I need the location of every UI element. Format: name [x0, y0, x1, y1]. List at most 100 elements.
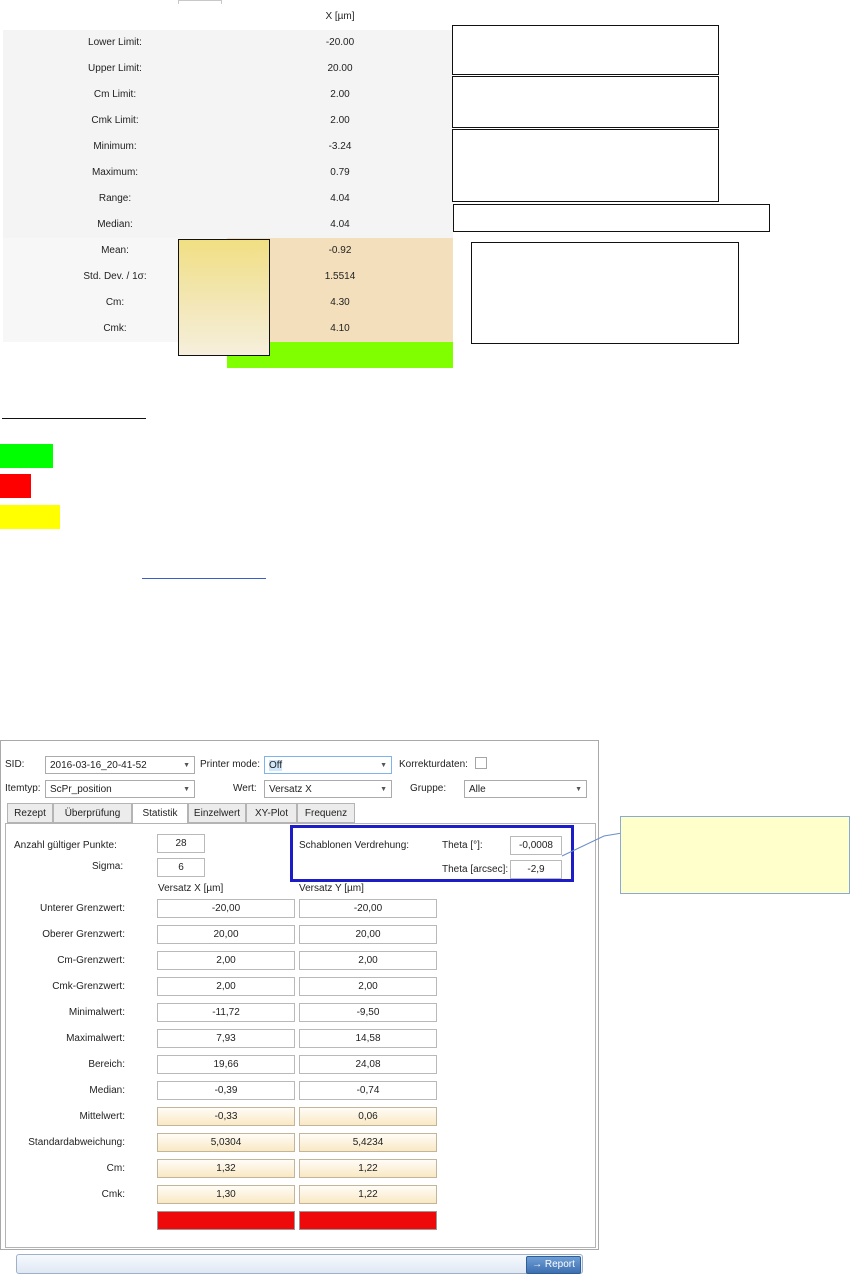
annotation-box-capability	[471, 242, 739, 344]
bereich-label: Bereich:	[88, 1059, 125, 1070]
row-label: Median:	[3, 212, 228, 238]
table-row: Lower Limit: -20.00	[3, 30, 453, 57]
link-underline[interactable]	[142, 578, 266, 579]
legend-title-underline	[2, 418, 146, 419]
callout-pointer	[561, 832, 623, 857]
report-button[interactable]: → Report	[526, 1256, 581, 1274]
printer-mode-label: Printer mode:	[200, 759, 261, 770]
gruppe-dropdown[interactable]: Alle ▼	[464, 780, 587, 798]
sid-dropdown[interactable]: 2016-03-16_20-41-52 ▼	[45, 756, 195, 774]
tab-ueberpruefung[interactable]: Überprüfung	[53, 803, 132, 823]
mittelwert-x-field[interactable]: -0,33	[157, 1107, 295, 1126]
cm-grenzwert-y-field[interactable]: 2,00	[299, 951, 437, 970]
row-label: Cm Limit:	[3, 82, 228, 108]
median-label: Median:	[89, 1085, 125, 1096]
row-label: Minimum:	[3, 134, 228, 160]
tab-xy-plot[interactable]: XY-Plot	[246, 803, 297, 823]
tab-einzelwert[interactable]: Einzelwert	[188, 803, 246, 823]
standardabweichung-label: Standardabweichung:	[28, 1137, 125, 1148]
row-label: Upper Limit:	[3, 56, 228, 82]
standardabweichung-y-field[interactable]: 5,4234	[299, 1133, 437, 1152]
table-row: Cm Limit: 2.00	[3, 82, 453, 109]
minimalwert-label: Minimalwert:	[68, 1007, 125, 1018]
table-row: Maximum: 0.79	[3, 160, 453, 187]
unterer-grenzwert-y-field[interactable]: -20,00	[299, 899, 437, 918]
row-label: Cmk Limit:	[3, 108, 228, 134]
cmk-grenzwert-x-field[interactable]: 2,00	[157, 977, 295, 996]
gruppe-label: Gruppe:	[410, 783, 447, 794]
unterer-grenzwert-x-field[interactable]: -20,00	[157, 899, 295, 918]
oberer-grenzwert-label: Oberer Grenzwert:	[42, 929, 125, 940]
median-y-field[interactable]: -0,74	[299, 1081, 437, 1100]
chevron-down-icon: ▼	[380, 762, 387, 769]
table-header-x: X [µm]	[227, 4, 453, 30]
itemtyp-value: ScPr_position	[50, 784, 112, 795]
cmk-grenzwert-y-field[interactable]: 2,00	[299, 977, 437, 996]
annotation-box-limits	[452, 25, 719, 75]
legend-swatch-green	[0, 444, 53, 468]
annotation-box-min-max	[452, 129, 719, 202]
sigma-label: Sigma:	[92, 861, 124, 872]
bereich-y-field[interactable]: 24,08	[299, 1055, 437, 1074]
table-row: Cmk Limit: 2.00	[3, 108, 453, 135]
itemtyp-label: Itemtyp:	[5, 783, 41, 794]
oberer-grenzwert-x-field[interactable]: 20,00	[157, 925, 295, 944]
korrekturdaten-label: Korrekturdaten:	[399, 759, 468, 770]
mittelwert-y-field[interactable]: 0,06	[299, 1107, 437, 1126]
report-bar: → Report	[16, 1254, 583, 1274]
highlight-box-theta	[290, 825, 574, 882]
table-row: Upper Limit: 20.00	[3, 56, 453, 83]
cm-grenzwert-x-field[interactable]: 2,00	[157, 951, 295, 970]
unterer-grenzwert-label: Unterer Grenzwert:	[39, 903, 125, 914]
median-x-field[interactable]: -0,39	[157, 1081, 295, 1100]
cm-x-field[interactable]: 1,32	[157, 1159, 295, 1178]
status-indicator-y-red	[299, 1211, 437, 1230]
chevron-down-icon: ▼	[575, 786, 582, 793]
sid-label: SID:	[5, 759, 25, 770]
statistik-tab-content: Anzahl gültiger Punkte: 28 Sigma: 6 Scha…	[5, 823, 596, 1274]
tab-frequenz[interactable]: Frequenz	[297, 803, 355, 823]
korrekturdaten-checkbox[interactable]	[475, 757, 487, 769]
row-label: Range:	[3, 186, 228, 212]
row-value: 0.79	[227, 160, 453, 186]
oberer-grenzwert-y-field[interactable]: 20,00	[299, 925, 437, 944]
statistics-panel: SID: 2016-03-16_20-41-52 ▼ Printer mode:…	[0, 740, 599, 1274]
wert-value: Versatz X	[269, 784, 312, 795]
bereich-x-field[interactable]: 19,66	[157, 1055, 295, 1074]
table-row: Range: 4.04	[3, 186, 453, 213]
row-label: Maximum:	[3, 160, 228, 186]
table-row: Median: 4.04	[3, 212, 453, 239]
legend-swatch-yellow	[0, 505, 60, 529]
cm-y-field[interactable]: 1,22	[299, 1159, 437, 1178]
table-header-label-cell	[3, 4, 228, 30]
maximalwert-y-field[interactable]: 14,58	[299, 1029, 437, 1048]
maximalwert-x-field[interactable]: 7,93	[157, 1029, 295, 1048]
chevron-down-icon: ▼	[183, 786, 190, 793]
sigma-field[interactable]: 6	[157, 858, 205, 877]
cm-grenzwert-label: Cm-Grenzwert:	[57, 955, 125, 966]
cmk-y-field[interactable]: 1,22	[299, 1185, 437, 1204]
annotation-box-cm-limits	[452, 76, 719, 128]
gruppe-value: Alle	[469, 784, 486, 795]
wert-dropdown[interactable]: Versatz X ▼	[264, 780, 392, 798]
anzahl-field[interactable]: 28	[157, 834, 205, 853]
standardabweichung-x-field[interactable]: 5,0304	[157, 1133, 295, 1152]
gradient-sample-box	[178, 239, 270, 356]
column-header-versatz-y: Versatz Y [µm]	[299, 883, 364, 894]
cmk-x-field[interactable]: 1,30	[157, 1185, 295, 1204]
status-indicator-x-red	[157, 1211, 295, 1230]
row-value: -3.24	[227, 134, 453, 160]
legend-swatch-red	[0, 474, 31, 498]
minimalwert-x-field[interactable]: -11,72	[157, 1003, 295, 1022]
column-header-versatz-x: Versatz X [µm]	[158, 883, 224, 894]
mittelwert-label: Mittelwert:	[79, 1111, 125, 1122]
table-row: Minimum: -3.24	[3, 134, 453, 161]
tab-statistik[interactable]: Statistik	[132, 803, 188, 824]
chevron-down-icon: ▼	[183, 762, 190, 769]
tab-rezept[interactable]: Rezept	[7, 803, 53, 823]
row-value: 4.04	[227, 186, 453, 212]
itemtyp-dropdown[interactable]: ScPr_position ▼	[45, 780, 195, 798]
printer-mode-dropdown[interactable]: Off ▼	[264, 756, 392, 774]
cmk-grenzwert-label: Cmk-Grenzwert:	[52, 981, 125, 992]
minimalwert-y-field[interactable]: -9,50	[299, 1003, 437, 1022]
